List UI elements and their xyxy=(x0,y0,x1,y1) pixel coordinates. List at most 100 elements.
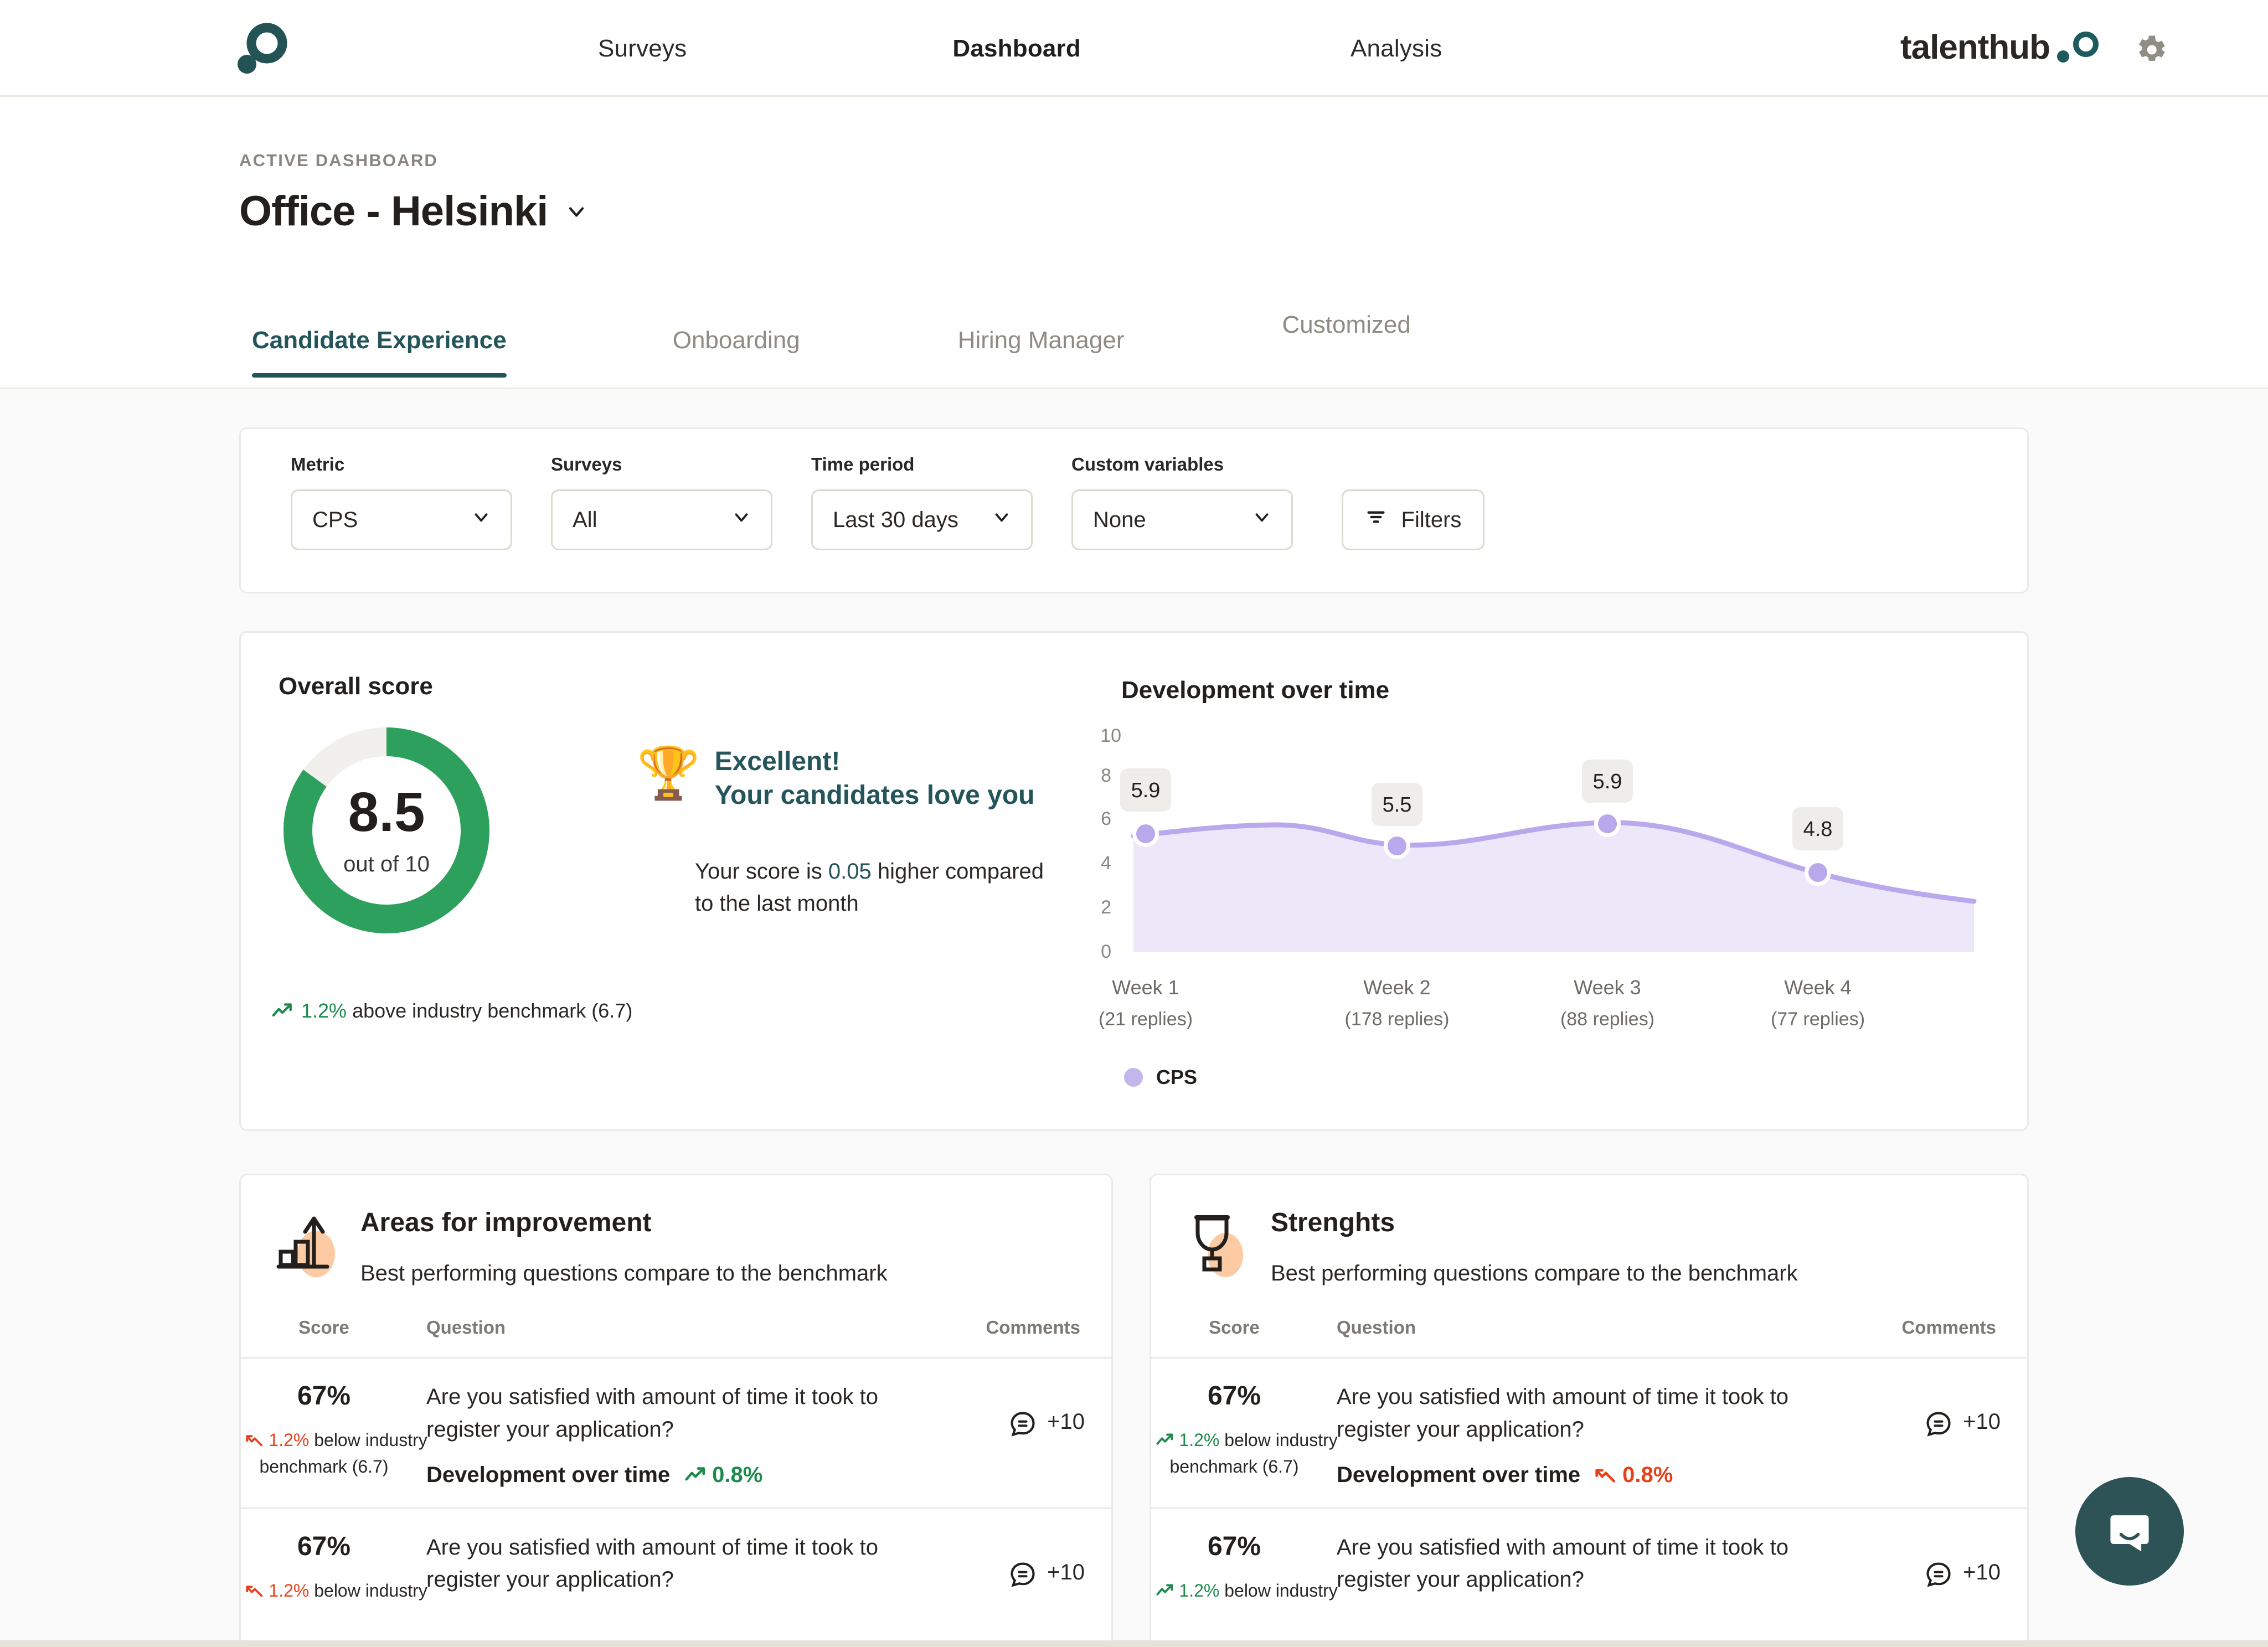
praise-subtext: Your score is 0.05 higher compared to th… xyxy=(695,855,1049,920)
filters-button[interactable]: Filters xyxy=(1342,489,1484,550)
table-row[interactable]: 67% 1.2% below industry Are you satisfie… xyxy=(1151,1509,2027,1624)
ytick-6: 6 xyxy=(1101,808,1111,829)
areas-for-improvement-card: Areas for improvement Best performing qu… xyxy=(239,1174,1113,1647)
point-label-week4: 4.8 xyxy=(1792,807,1843,850)
nav-item-dashboard[interactable]: Dashboard xyxy=(952,35,1081,63)
trend-up-icon xyxy=(684,1465,707,1485)
row-benchmark-note: 1.2% below industry xyxy=(1156,1577,1338,1604)
custom-variables-label: Custom variables xyxy=(1071,454,1224,474)
xsub-week2: (178 replies) xyxy=(1345,1009,1450,1030)
trend-up-icon xyxy=(271,1001,293,1021)
gear-icon[interactable] xyxy=(2132,31,2169,69)
row-benchmark-note: 1.2% below industry xyxy=(245,1577,427,1604)
chevron-down-icon xyxy=(471,507,492,533)
xtick-week2: Week 2 xyxy=(1363,976,1430,999)
wordmark-dot-ring-icon xyxy=(2054,31,2102,64)
tab-customized[interactable]: Customized xyxy=(1282,311,1411,339)
row-comments-cell[interactable]: +10 xyxy=(1861,1531,2027,1604)
row-comments-cell[interactable]: +10 xyxy=(1861,1381,2027,1488)
row-comment-count: +10 xyxy=(1963,1409,2001,1434)
trend-down-icon xyxy=(245,1581,269,1600)
surveys-select[interactable]: All xyxy=(551,489,772,550)
praise-block: 🏆 Excellent! Your candidates love you xyxy=(637,745,1034,813)
surveys-value: All xyxy=(573,507,597,532)
chevron-down-icon xyxy=(731,507,752,533)
strengths-card: Strenghts Best performing questions comp… xyxy=(1150,1174,2029,1647)
filters-button-label: Filters xyxy=(1401,507,1462,532)
table-row[interactable]: 67% 1.2% below industry benchmark (6.7) … xyxy=(241,1359,1111,1507)
trend-down-icon xyxy=(245,1430,269,1450)
row-dev-label: Development over time xyxy=(1337,1462,1581,1487)
tab-onboarding[interactable]: Onboarding xyxy=(673,327,800,378)
trend-down-icon xyxy=(1595,1465,1617,1485)
metric-label: Metric xyxy=(291,454,345,474)
strengths-column-headers: Score Question Comments xyxy=(1151,1317,2027,1338)
praise-headline: Excellent! Your candidates love you xyxy=(715,745,1035,813)
brand-wordmark: talenthub xyxy=(1900,28,2102,67)
row-score-cell: 67% 1.2% below industry benchmark (6.7) xyxy=(241,1381,427,1488)
row-score-cell: 67% 1.2% below industry xyxy=(1151,1531,1338,1604)
panel-header: Strenghts Best performing questions comp… xyxy=(1151,1175,2027,1286)
row-benchmark-note: 1.2% below industry benchmark (6.7) xyxy=(1156,1427,1338,1480)
trend-up-icon xyxy=(1156,1430,1179,1450)
time-period-select[interactable]: Last 30 days xyxy=(811,489,1033,550)
point-label-week1: 5.9 xyxy=(1120,768,1171,812)
row-development: Development over time 0.8% xyxy=(1337,1463,1861,1488)
xsub-week4: (77 replies) xyxy=(1771,1009,1865,1030)
table-row[interactable]: 67% 1.2% below industry benchmark (6.7) … xyxy=(1151,1359,2027,1507)
praise-line-2: Your candidates love you xyxy=(714,781,1035,810)
tab-hiring-manager[interactable]: Hiring Manager xyxy=(958,327,1125,378)
col-comments: Comments xyxy=(1901,1317,1996,1338)
svg-text:5.5: 5.5 xyxy=(1383,793,1412,817)
row-dev-label: Development over time xyxy=(426,1462,671,1487)
chevron-down-icon[interactable] xyxy=(564,199,589,224)
nav-item-analysis[interactable]: Analysis xyxy=(1351,35,1442,63)
talenthub-logo-icon[interactable] xyxy=(233,22,288,78)
comment-icon xyxy=(1924,1409,1953,1441)
chart-area-fill xyxy=(1133,822,1974,952)
row-question: Are you satisfied with amount of time it… xyxy=(1337,1535,1788,1592)
dashboard-selector[interactable]: Office - Helsinki xyxy=(239,187,589,235)
point-label-week3: 5.9 xyxy=(1582,760,1633,803)
col-score: Score xyxy=(298,1317,349,1338)
row-comments-cell[interactable]: +10 xyxy=(945,1381,1111,1488)
row-development: Development over time 0.8% xyxy=(426,1463,945,1488)
row-score: 67% xyxy=(1207,1381,1261,1411)
metric-field: Metric CPS xyxy=(291,454,512,550)
chevron-down-icon xyxy=(1251,507,1272,533)
filters-row: Metric CPS Surveys All Time period Last xyxy=(291,454,1484,550)
chat-bubble-smile-icon xyxy=(2103,1504,2156,1560)
row-score: 67% xyxy=(297,1531,351,1561)
main-nav: Surveys Dashboard Analysis xyxy=(598,0,1442,97)
areas-subtitle: Best performing questions compare to the… xyxy=(360,1261,888,1285)
wordmark-text: talenthub xyxy=(1900,28,2050,66)
xsub-week3: (88 replies) xyxy=(1560,1009,1654,1030)
svg-text:5.9: 5.9 xyxy=(1593,770,1622,793)
xsub-week1: (21 replies) xyxy=(1099,1009,1193,1030)
custom-variables-value: None xyxy=(1093,507,1146,532)
ytick-4: 4 xyxy=(1101,853,1111,874)
trophy-icon xyxy=(1183,1210,1255,1282)
metric-select[interactable]: CPS xyxy=(291,489,512,550)
custom-variables-select[interactable]: None xyxy=(1071,489,1293,550)
svg-text:4.8: 4.8 xyxy=(1803,818,1833,841)
dashboard-tabs: Candidate Experience Onboarding Hiring M… xyxy=(252,311,1411,378)
tab-candidate-experience[interactable]: Candidate Experience xyxy=(252,327,507,378)
chat-launcher-button[interactable] xyxy=(2075,1477,2184,1586)
praise-line-1: Excellent! xyxy=(714,747,841,776)
nav-item-surveys[interactable]: Surveys xyxy=(598,35,687,63)
row-score-cell: 67% 1.2% below industry xyxy=(241,1531,427,1604)
chart-title: Development over time xyxy=(1121,677,1390,704)
ytick-0: 0 xyxy=(1101,941,1111,962)
filters-card: Metric CPS Surveys All Time period Last xyxy=(239,427,2029,593)
row-comments-cell[interactable]: +10 xyxy=(945,1531,1111,1604)
row-dev-percent: 0.8% xyxy=(712,1462,763,1487)
strengths-subtitle: Best performing questions compare to the… xyxy=(1271,1261,1798,1285)
row-question-cell: Are you satisfied with amount of time it… xyxy=(1317,1381,1861,1488)
point-label-week2: 5.5 xyxy=(1372,783,1422,826)
custom-variables-field: Custom variables None xyxy=(1071,454,1293,550)
legend-dot-cps xyxy=(1124,1068,1143,1087)
table-row[interactable]: 67% 1.2% below industry Are you satisfie… xyxy=(241,1509,1111,1624)
benchmark-percent: 1.2% xyxy=(301,999,347,1022)
benchmark-text: above industry benchmark (6.7) xyxy=(352,999,633,1022)
